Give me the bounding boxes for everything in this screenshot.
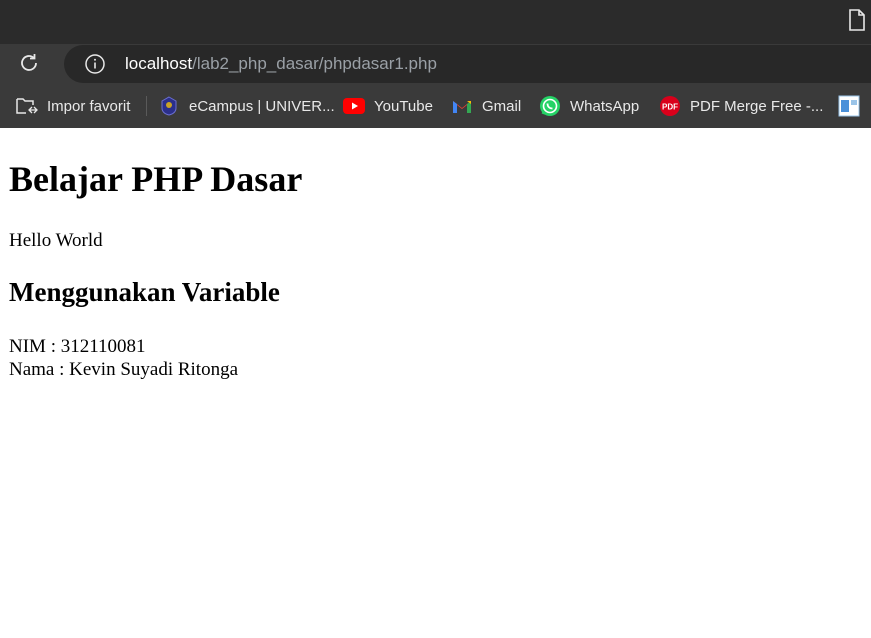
bookmark-label: PDF Merge Free -... [690, 97, 824, 115]
bookmark-youtube[interactable]: YouTube [343, 88, 433, 124]
bookmark-label: Gmail [482, 97, 522, 115]
bookmark-ecampus[interactable]: eCampus | UNIVER... [158, 88, 335, 124]
import-favorites-icon [16, 95, 38, 117]
url-path: /lab2_php_dasar/phpdasar1.php [192, 54, 437, 73]
site-info-icon[interactable] [84, 53, 106, 75]
bookmark-gmail[interactable]: Gmail [451, 88, 521, 124]
bookmark-label: YouTube [374, 97, 433, 115]
bookmark-pdf-merge[interactable]: PDF PDF Merge Free -... [659, 88, 823, 124]
bookmark-whatsapp[interactable]: WhatsApp [539, 88, 639, 124]
document-icon[interactable] [848, 9, 866, 31]
bookmarks-bar: Impor favorit eCampus | UNIVER... YouTub… [0, 88, 871, 124]
address-bar[interactable]: localhost/lab2_php_dasar/phpdasar1.php [64, 45, 871, 83]
bookmark-partial[interactable] [838, 88, 869, 124]
page-title: Belajar PHP Dasar [9, 159, 303, 199]
reload-icon [17, 51, 41, 80]
whatsapp-icon [539, 95, 561, 117]
bookmark-label: Impor favorit [47, 97, 131, 115]
url-host: localhost [125, 54, 193, 73]
svg-text:PDF: PDF [662, 103, 678, 112]
bookmark-impor-favorit[interactable]: Impor favorit [16, 88, 130, 124]
bookmark-label: WhatsApp [570, 97, 640, 115]
bookmark-label: eCampus | UNIVER... [189, 97, 335, 115]
browser-chrome: localhost/lab2_php_dasar/phpdasar1.php I… [0, 0, 871, 128]
document-tile-icon [838, 95, 860, 117]
url-text[interactable]: localhost/lab2_php_dasar/phpdasar1.php [125, 54, 437, 74]
tab-strip [0, 0, 871, 44]
bookmark-separator [146, 96, 147, 116]
nama-text: Nama : Kevin Suyadi Ritonga [9, 359, 239, 380]
ecampus-icon [158, 95, 180, 117]
hello-text: Hello World [9, 230, 103, 251]
gmail-icon [451, 95, 473, 117]
section-heading: Menggunakan Variable [9, 277, 280, 307]
pdf-icon: PDF [659, 95, 681, 117]
reload-button[interactable] [14, 50, 44, 80]
nim-text: NIM : 312110081 [9, 336, 146, 357]
youtube-icon [343, 95, 365, 117]
